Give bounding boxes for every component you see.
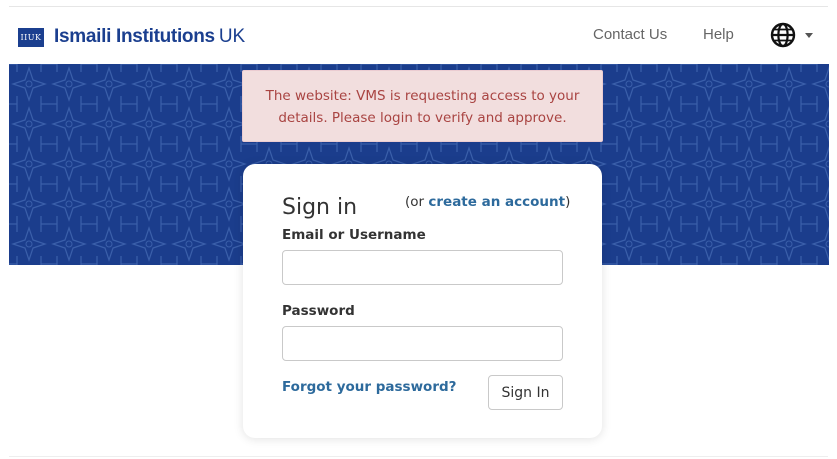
caret-down-icon[interactable] <box>805 33 813 38</box>
email-field[interactable] <box>282 250 563 285</box>
create-suffix: ) <box>565 194 571 210</box>
site-header: IIUK Ismaili Institutions UK Contact Us … <box>0 7 837 64</box>
brand-suffix: UK <box>218 26 246 47</box>
password-label: Password <box>282 303 355 319</box>
access-request-alert: The website: VMS is requesting access to… <box>242 70 603 142</box>
email-label: Email or Username <box>282 227 426 243</box>
sign-in-button[interactable]: Sign In <box>488 375 563 410</box>
alert-line-1: The website: VMS is requesting access to… <box>265 88 580 104</box>
create-account-link[interactable]: create an account <box>428 194 565 210</box>
password-field[interactable] <box>282 326 563 361</box>
brand-name: Ismaili Institutions <box>54 26 215 47</box>
create-account-note: (or create an account) <box>405 194 570 210</box>
nav-help[interactable]: Help <box>703 26 734 43</box>
alert-line-2: details. Please login to verify and appr… <box>278 110 567 126</box>
brand-logo: IIUK <box>18 27 44 47</box>
signin-card: Sign in (or create an account) Email or … <box>243 164 602 438</box>
brand-link[interactable]: IIUK Ismaili Institutions UK <box>18 26 245 48</box>
signin-title: Sign in <box>282 195 358 220</box>
footer-divider <box>9 456 828 457</box>
create-prefix: (or <box>405 194 429 210</box>
forgot-password-link[interactable]: Forgot your password? <box>282 379 457 395</box>
nav-contact-us[interactable]: Contact Us <box>593 26 667 43</box>
globe-icon[interactable] <box>770 22 796 48</box>
